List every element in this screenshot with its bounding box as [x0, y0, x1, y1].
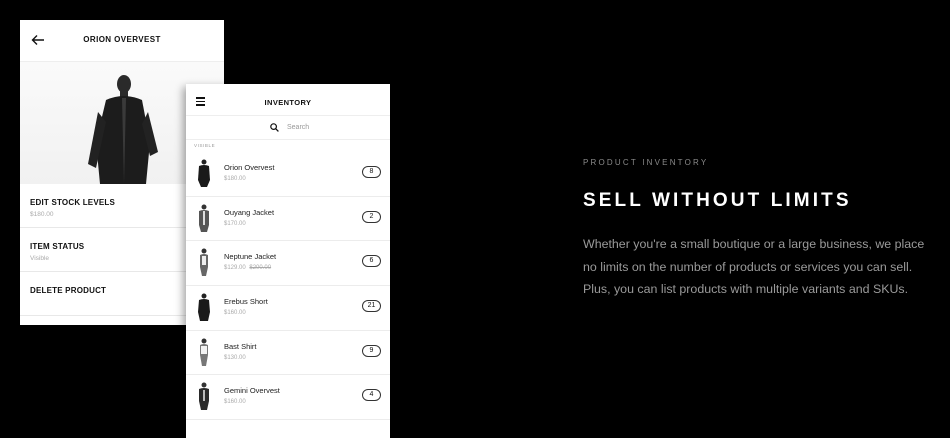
stock-count-badge: 2 [362, 210, 381, 223]
product-thumbnail [199, 204, 209, 232]
item-name: Gemini Overvest [224, 386, 280, 396]
stock-count-badge: 4 [362, 389, 381, 402]
product-header: ORION OVERVEST [20, 20, 224, 62]
item-name: Neptune Jacket [224, 252, 277, 262]
inventory-screen: INVENTORY Search VISIBLE Orion Overvest … [186, 84, 390, 438]
original-price: $200.00 [249, 265, 272, 272]
product-thumbnail [198, 293, 210, 322]
section-label: VISIBLE [194, 143, 216, 148]
item-name: Erebus Short [224, 297, 268, 307]
item-price: $180.00 [224, 176, 246, 182]
product-thumbnail [199, 382, 209, 411]
stock-count-badge: 6 [362, 255, 381, 268]
item-price: $129.00 $200.00 [224, 265, 272, 272]
item-name: Ouyang Jacket [224, 207, 275, 217]
inventory-title: INVENTORY [264, 98, 312, 107]
page-title: SELL WITHOUT LIMITS [583, 190, 852, 211]
inventory-header: INVENTORY [186, 84, 390, 116]
item-price: $160.00 [224, 399, 246, 406]
search-input[interactable]: Search [287, 124, 309, 131]
product-thumbnail [200, 338, 208, 366]
list-item[interactable]: Orion Overvest $180.00 8 [186, 152, 390, 197]
product-thumbnail [198, 159, 210, 187]
description-text: Whether you're a small boutique or a lar… [583, 237, 925, 296]
list-item[interactable]: Neptune Jacket $129.00 $200.00 6 [186, 241, 390, 287]
stock-count-badge: 21 [362, 300, 381, 313]
list-item[interactable]: Erebus Short $160.00 21 [186, 286, 390, 331]
product-thumbnail [200, 248, 208, 277]
search-icon [270, 123, 279, 132]
model-silhouette-image [88, 75, 158, 184]
list-item[interactable]: Gemini Overvest $160.00 4 [186, 375, 390, 421]
item-price: $130.00 [224, 354, 246, 361]
item-name: Orion Overvest [224, 163, 275, 172]
stock-count-badge: 8 [362, 166, 381, 178]
list-item[interactable]: Bast Shirt $130.00 9 [186, 331, 390, 376]
item-name: Bast Shirt [224, 341, 257, 351]
item-price: $160.00 [224, 310, 246, 317]
product-title: ORION OVERVEST [83, 35, 161, 44]
item-price: $170.00 [224, 220, 246, 227]
stock-count-badge: 9 [362, 344, 381, 357]
section-eyebrow: PRODUCT INVENTORY [583, 158, 709, 167]
list-item[interactable]: Ouyang Jacket $170.00 2 [186, 197, 390, 242]
search-bar[interactable]: Search [186, 116, 390, 140]
